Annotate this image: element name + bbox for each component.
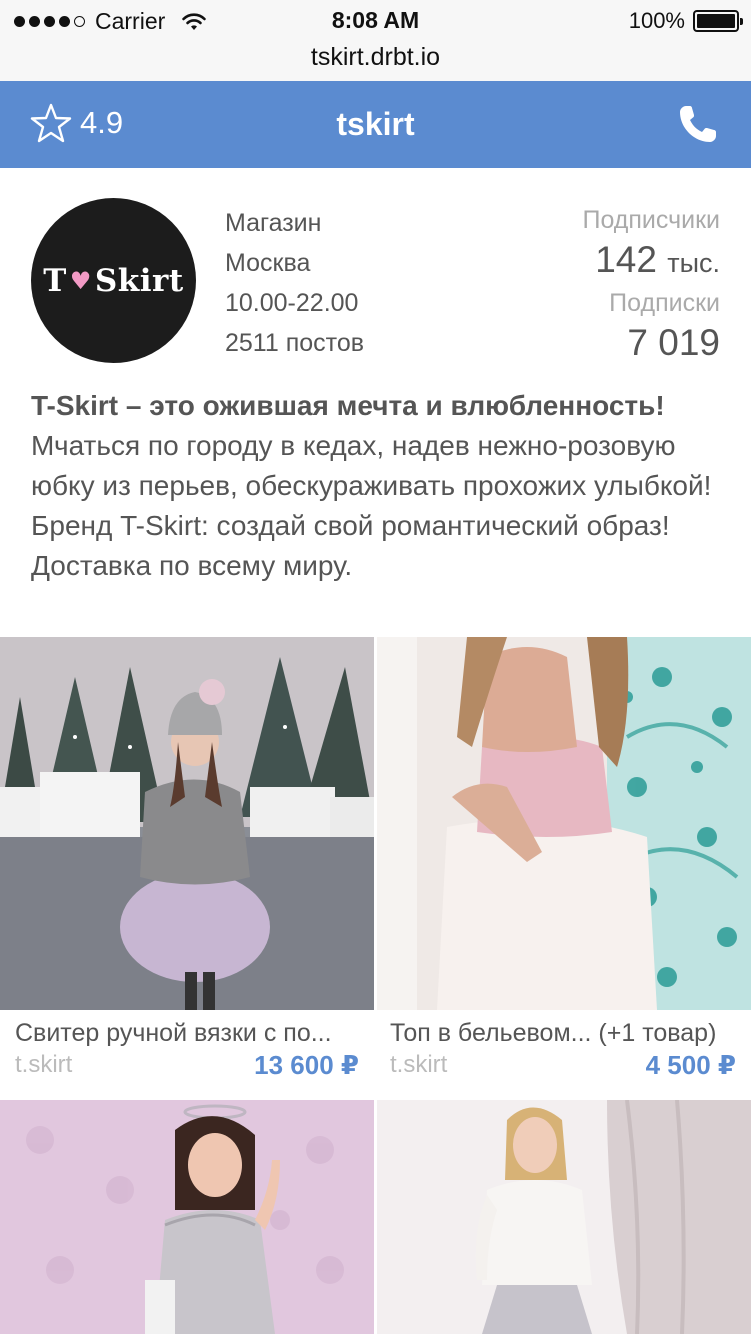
product-card[interactable]: [377, 1100, 751, 1334]
product-shop: t.skirt: [390, 1051, 448, 1078]
phone-icon: [680, 106, 716, 142]
product-shop: t.skirt: [15, 1051, 73, 1078]
product-price: 13 600 ₽: [254, 1050, 359, 1080]
shop-category: Магазин: [225, 209, 322, 237]
page-title: tskirt: [336, 106, 415, 142]
product-name: Свитер ручной вязки с по...: [15, 1019, 332, 1047]
product-price: 4 500 ₽: [645, 1050, 736, 1080]
shop-posts[interactable]: 2511 постов: [225, 323, 364, 363]
battery-percent: 100%: [628, 8, 685, 33]
shop-description: T-Skirt – это ожившая мечта и влюбленнос…: [31, 386, 723, 586]
battery-icon: [693, 10, 743, 32]
call-button[interactable]: [677, 103, 719, 150]
product-card[interactable]: Свитер ручной вязки с по... t.skirt 13 6…: [0, 637, 374, 1097]
shop-hours: 10.00-22.00: [225, 289, 359, 317]
product-photo[interactable]: [0, 637, 374, 1010]
shop-avatar[interactable]: T ♥ Skirt: [31, 198, 196, 363]
nav-bar: 4.9 tskirt: [0, 81, 751, 168]
shop-city: Москва: [225, 249, 311, 277]
product-photo[interactable]: [377, 1100, 751, 1334]
status-bar: Carrier 8:08 AM 100%: [0, 0, 751, 40]
followers-label: Подписчики: [582, 206, 720, 234]
product-name: Топ в бельевом... (+1 товар): [390, 1019, 717, 1047]
product-card[interactable]: Топ в бельевом... (+1 товар) t.skirt 4 5…: [377, 637, 751, 1097]
followers-count[interactable]: 142 тыс.: [582, 237, 720, 286]
product-photo[interactable]: [0, 1100, 374, 1334]
url-bar[interactable]: tskirt.drbt.io: [0, 40, 751, 81]
shop-info: Магазин Москва 10.00-22.00 2511 постов: [225, 203, 364, 363]
product-card[interactable]: [0, 1100, 374, 1334]
battery-group: 100%: [628, 8, 743, 34]
description-text: Мчаться по городу в кедах, надев нежно-р…: [31, 430, 712, 581]
shop-stats: Подписчики 142 тыс. Подписки 7 019: [582, 203, 720, 366]
shop-logo: T ♥ Skirt: [43, 262, 184, 299]
product-photo[interactable]: [377, 637, 751, 1010]
followers-unit: тыс.: [667, 248, 720, 278]
following-label: Подписки: [609, 289, 720, 317]
following-count[interactable]: 7 019: [582, 320, 720, 366]
description-headline: T-Skirt – это ожившая мечта и влюбленнос…: [31, 390, 665, 421]
